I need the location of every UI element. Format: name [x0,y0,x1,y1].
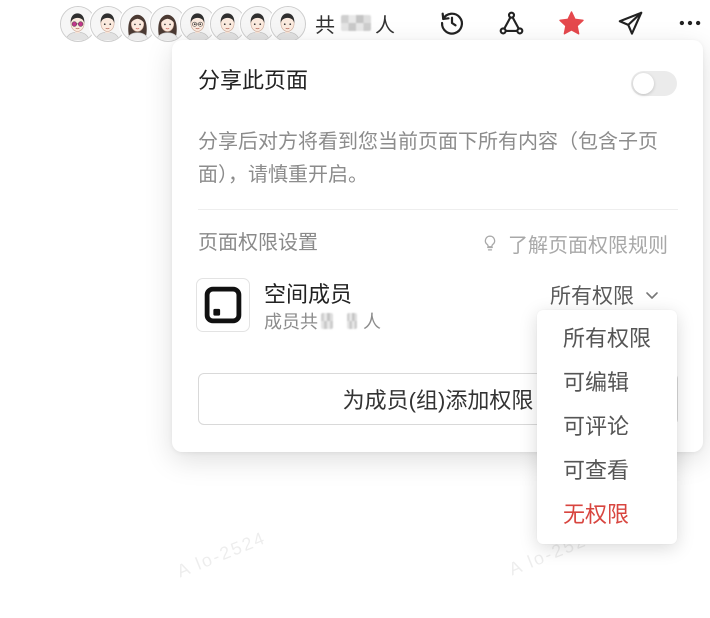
lightbulb-icon [484,235,496,251]
toggle-knob [633,73,654,94]
send-icon [618,11,642,35]
chevron-down-icon [646,292,658,299]
collaborator-avatars[interactable] [60,6,308,42]
member-count-prefix: 共 [315,14,335,37]
permission-option-view[interactable]: 可查看 [537,449,677,493]
permission-dropdown: 所有权限 可编辑 可评论 可查看 无权限 [537,310,677,544]
space-members-avatar [196,278,250,332]
favorite-button[interactable] [556,8,586,38]
share-network-icon [499,11,523,34]
watermark: A lo-2524 [174,527,269,582]
redacted-count [347,313,357,329]
member-count: 共 人 [315,10,395,37]
member-group-count: 成员共 人 [264,309,381,333]
member-group-count-prefix: 成员共 [264,312,318,332]
member-permission-select[interactable]: 所有权限 [550,281,660,309]
divider [198,209,678,210]
share-toggle[interactable] [631,71,677,96]
more-icon [679,20,701,26]
permission-option-all[interactable]: 所有权限 [537,317,677,361]
history-button[interactable] [437,8,467,38]
share-description: 分享后对方将看到您当前页面下所有内容（包含子页面），请慎重开启。 [198,131,658,186]
permission-rules-link[interactable]: 了解页面权限规则 [481,230,668,257]
permission-option-none[interactable]: 无权限 [537,493,677,537]
send-button[interactable] [615,8,645,38]
permission-option-comment[interactable]: 可评论 [537,405,677,449]
member-count-suffix: 人 [375,14,395,37]
more-button[interactable] [675,8,705,38]
permission-rules-link-label: 了解页面权限规则 [508,234,668,257]
share-network-button[interactable] [496,8,526,38]
member-group-name: 空间成员 [264,282,353,307]
permission-option-edit[interactable]: 可编辑 [537,361,677,405]
redacted-count [341,15,371,31]
star-icon [558,10,584,34]
avatar[interactable] [270,6,306,42]
space-icon [204,286,242,324]
share-title: 分享此页面 [198,68,309,93]
member-group-count-suffix: 人 [363,312,381,332]
redacted-count [321,313,333,329]
member-permission-value: 所有权限 [550,285,634,308]
history-icon [440,12,463,35]
permission-section-label: 页面权限设置 [198,232,318,254]
